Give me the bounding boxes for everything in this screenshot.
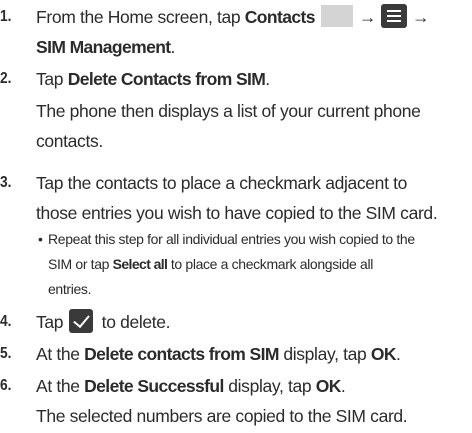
step-text-line: SIM Management. bbox=[36, 32, 175, 62]
contacts-app-icon bbox=[320, 5, 353, 27]
step-number: 4. bbox=[0, 313, 12, 330]
arrow-right-icon: → bbox=[412, 7, 430, 27]
bullet: • bbox=[38, 231, 43, 247]
step-number: 3. bbox=[0, 174, 12, 191]
sub-text-line: SIM or tap Select all to place a checkma… bbox=[48, 254, 373, 275]
ok-label: OK bbox=[315, 376, 342, 396]
delete-contacts-display-label: Delete contacts from SIM bbox=[84, 344, 279, 364]
step-number: 6. bbox=[0, 377, 12, 394]
step-text-part: At the bbox=[36, 376, 85, 396]
delete-contacts-label: Delete Contacts from SIM bbox=[67, 69, 266, 89]
step-text-line: Tap to delete. bbox=[36, 307, 171, 337]
step-text-line: At the Delete Successful display, tap OK… bbox=[36, 371, 346, 401]
step-text-part: to delete. bbox=[97, 312, 171, 332]
step-text-line: contacts. bbox=[36, 131, 103, 151]
checkmark-icon bbox=[69, 309, 94, 333]
step-text-part: . bbox=[340, 376, 346, 396]
step-text-line: The selected numbers are copied to the S… bbox=[36, 406, 408, 426]
step-text-part: Tap bbox=[36, 312, 64, 332]
step-text-line: Tap the contacts to place a checkmark ad… bbox=[36, 173, 407, 193]
menu-icon bbox=[381, 4, 407, 28]
sub-text-line: Repeat this step for all individual entr… bbox=[48, 231, 415, 247]
sim-management-label: SIM Management bbox=[36, 37, 171, 57]
sub-text-part: SIM or tap bbox=[48, 256, 113, 272]
step-number: 2. bbox=[0, 70, 12, 87]
step-text-part: Tap bbox=[36, 69, 68, 89]
step-text-part: . bbox=[395, 344, 401, 364]
step-number: 5. bbox=[0, 345, 12, 362]
step-number: 1. bbox=[0, 8, 12, 25]
arrow-right-icon: → bbox=[358, 7, 377, 27]
sub-text-part: to place a checkmark alongside all bbox=[167, 256, 373, 272]
step-text-part: At the bbox=[36, 344, 85, 364]
step-text: From the Home screen, tap Contacts → → bbox=[36, 2, 431, 32]
step-text-part: From the Home screen, tap bbox=[36, 7, 245, 27]
step-text-part: display, tap bbox=[278, 344, 371, 364]
step-text-part: . bbox=[265, 69, 270, 89]
step-text-line: The phone then displays a list of your c… bbox=[36, 101, 421, 121]
step-text-line: those entries you wish to have copied to… bbox=[36, 203, 438, 223]
step-text-part: . bbox=[170, 37, 176, 57]
delete-successful-label: Delete Successful bbox=[84, 376, 224, 396]
contacts-label: Contacts bbox=[244, 7, 316, 27]
step-text-part: display, tap bbox=[223, 376, 316, 396]
ok-label: OK bbox=[370, 344, 397, 364]
sub-text-line: entries. bbox=[48, 281, 92, 297]
step-text-line: Tap Delete Contacts from SIM. bbox=[36, 64, 270, 94]
select-all-label: Select all bbox=[112, 256, 168, 272]
step-text-line: At the Delete contacts from SIM display,… bbox=[36, 339, 401, 369]
